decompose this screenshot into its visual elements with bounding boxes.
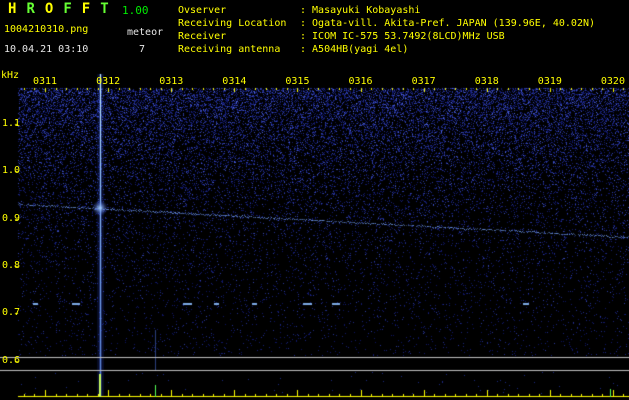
freq-tick-label: 0.8 bbox=[2, 259, 21, 271]
time-tick-label: 0311 bbox=[33, 76, 58, 87]
app-title-letter: R bbox=[26, 1, 45, 17]
app-title-letter: O bbox=[44, 1, 64, 17]
station-info-row: Receiving antenna : A504HB(yagi 4el) bbox=[178, 43, 595, 56]
time-tick-label: 0319 bbox=[537, 76, 562, 87]
app-title-letter: F bbox=[63, 1, 82, 17]
station-info-row: Receiver : ICOM IC-575 53.7492(8LCD)MHz U… bbox=[178, 30, 595, 43]
time-tick-label: 0312 bbox=[96, 76, 121, 87]
echo-count: 7 bbox=[139, 44, 146, 55]
info-value: : ICOM IC-575 53.7492(8LCD)MHz USB bbox=[300, 31, 505, 42]
hrofft-window: HROFFT 1.00 1004210310.png meteor 10.04.… bbox=[0, 0, 629, 400]
info-label: Receiving Location bbox=[178, 18, 287, 29]
app-title-letter: T bbox=[100, 1, 119, 17]
freq-tick-label: 1.0 bbox=[2, 165, 21, 177]
info-value: : A504HB(yagi 4el) bbox=[300, 44, 409, 55]
datetime-label: 10.04.21 03:10 bbox=[4, 44, 89, 55]
app-title-letter: F bbox=[81, 1, 101, 17]
freq-tick-label: 0.7 bbox=[2, 307, 21, 319]
time-tick-label: 0320 bbox=[600, 76, 625, 87]
time-tick-label: 0313 bbox=[159, 76, 184, 87]
time-tick-label: 0317 bbox=[411, 76, 436, 87]
filename-label: 1004210310.png bbox=[4, 24, 89, 35]
freq-tick-label: 0.9 bbox=[2, 212, 21, 224]
station-info: Ovserver: Masayuki Kobayashi Receiving Lo… bbox=[178, 4, 595, 56]
freq-unit-label: kHz bbox=[1, 70, 20, 81]
time-tick-label: 0315 bbox=[285, 76, 310, 87]
info-label: Ovserver bbox=[178, 5, 227, 16]
info-label: Receiver bbox=[178, 31, 227, 42]
station-info-row: Receiving Location : Ogata-vill. Akita-Pr… bbox=[178, 17, 595, 30]
time-tick-label: 0314 bbox=[222, 76, 247, 87]
app-title: HROFFT bbox=[8, 1, 119, 17]
time-tick-label: 0316 bbox=[348, 76, 373, 87]
mode-label: meteor bbox=[127, 27, 164, 38]
info-value: : Ogata-vill. Akita-Pref. JAPAN (139.96E… bbox=[300, 18, 596, 29]
time-tick-label: 0318 bbox=[474, 76, 499, 87]
info-value: : Masayuki Kobayashi bbox=[300, 5, 421, 16]
info-label: Receiving antenna bbox=[178, 44, 281, 55]
freq-tick-label: 1.1 bbox=[2, 118, 21, 129]
freq-tick-label: 0.6 bbox=[2, 354, 21, 366]
spectrogram-canvas bbox=[0, 0, 629, 400]
app-title-letter: H bbox=[8, 1, 27, 17]
version-label: 1.00 bbox=[122, 4, 149, 17]
station-info-row: Ovserver : Masayuki Kobayashi bbox=[178, 4, 595, 17]
